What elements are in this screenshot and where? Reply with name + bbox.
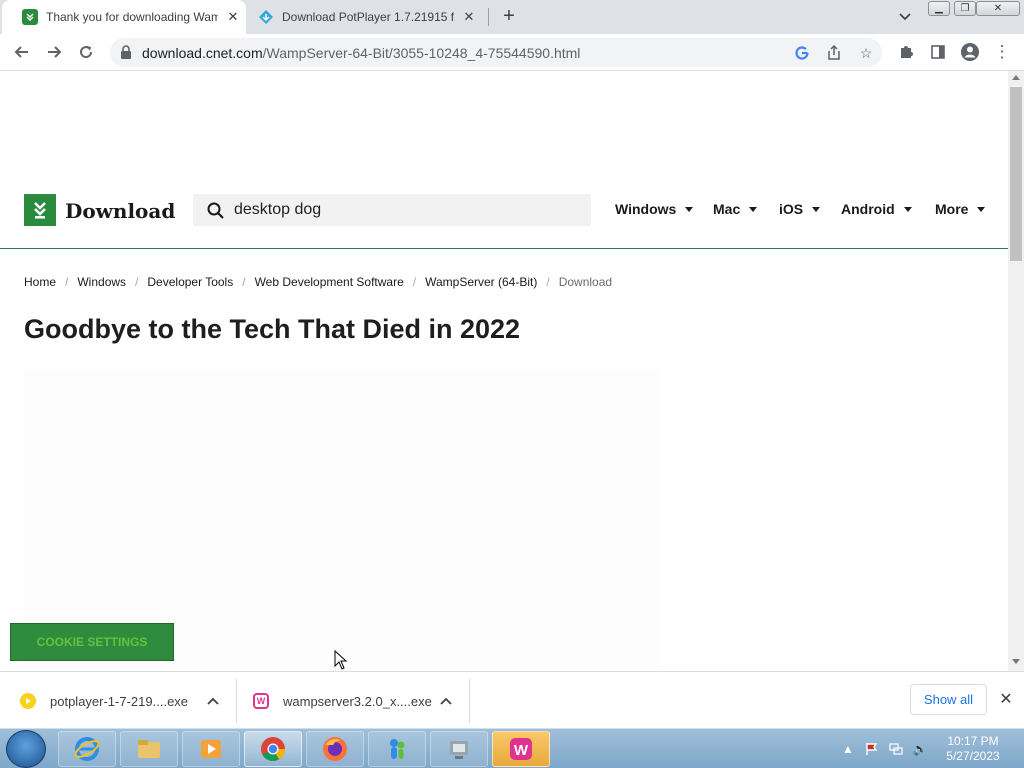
search-value: desktop dog: [234, 201, 322, 218]
chevron-up-icon[interactable]: [439, 694, 453, 708]
tab-divider: [488, 8, 489, 26]
google-icon[interactable]: [792, 43, 812, 63]
download-item-wampserver[interactable]: W wampserver3.2.0_x....exe: [253, 679, 432, 723]
show-all-button[interactable]: Show all: [910, 684, 987, 715]
page-scrollbar[interactable]: [1008, 71, 1024, 671]
web-page: Download desktop dog Windows Mac iOS And…: [0, 71, 1008, 671]
tab-title: Thank you for downloading Wam: [46, 10, 218, 24]
nav-label: Android: [841, 201, 895, 217]
breadcrumb-home[interactable]: Home: [24, 275, 56, 289]
nav-mac[interactable]: Mac: [713, 201, 758, 217]
volume-icon[interactable]: 🔈: [912, 741, 928, 757]
site-logo-text[interactable]: Download: [65, 199, 175, 223]
tab-strip: Thank you for downloading Wam ✕ Download…: [0, 0, 1024, 34]
firefox-icon[interactable]: [306, 731, 364, 767]
back-arrow-icon[interactable]: [10, 40, 34, 64]
cnet-favicon-icon: [22, 9, 38, 25]
clock-time: 10:17 PM: [947, 734, 999, 748]
breadcrumb-web-development[interactable]: Web Development Software: [255, 275, 404, 289]
address-bar[interactable]: download.cnet.com/WampServer-64-Bit/3055…: [110, 38, 882, 67]
url-host: download.cnet.com: [142, 45, 263, 61]
download-favicon-icon: [258, 9, 274, 25]
caret-down-icon: [812, 206, 821, 212]
internet-explorer-icon[interactable]: [58, 731, 116, 767]
breadcrumb-wampserver[interactable]: WampServer (64-Bit): [425, 275, 537, 289]
scroll-down-icon[interactable]: [1012, 659, 1020, 664]
windows-taskbar: W ▲ 🔈 10:17 PM 5/27/2023: [0, 728, 1024, 768]
network-app-icon[interactable]: [430, 731, 488, 767]
scroll-up-icon[interactable]: [1012, 75, 1020, 80]
caret-down-icon: [977, 206, 986, 212]
media-player-icon[interactable]: [182, 731, 240, 767]
nav-label: iOS: [779, 201, 804, 217]
show-hidden-icons-icon[interactable]: ▲: [840, 741, 856, 757]
page-title: Goodbye to the Tech That Died in 2022: [24, 314, 521, 344]
mouse-cursor-icon: [334, 650, 348, 670]
tab-thank-you[interactable]: Thank you for downloading Wam ✕: [2, 0, 246, 34]
svg-text:W: W: [514, 742, 529, 759]
file-explorer-icon[interactable]: [120, 731, 178, 767]
close-icon[interactable]: ✕: [997, 690, 1015, 708]
search-icon: [207, 202, 224, 219]
start-button-icon[interactable]: [6, 730, 46, 768]
share-icon[interactable]: [824, 43, 844, 63]
lock-icon[interactable]: [120, 45, 132, 59]
minimize-window-icon[interactable]: ▁: [928, 1, 950, 16]
new-tab-icon[interactable]: +: [498, 5, 520, 27]
extensions-puzzle-icon[interactable]: [894, 40, 918, 64]
download-shelf: potplayer-1-7-219....exe W wampserver3.2…: [0, 671, 1024, 728]
download-filename: potplayer-1-7-219....exe: [50, 693, 189, 709]
wampserver-taskbar-icon[interactable]: W: [492, 731, 550, 767]
taskbar-clock[interactable]: 10:17 PM 5/27/2023: [940, 734, 1006, 764]
download-divider: [469, 679, 470, 723]
nav-android[interactable]: Android: [841, 201, 912, 217]
breadcrumb: Home / Windows / Developer Tools / Web Deve…: [24, 275, 613, 289]
caret-down-icon: [685, 206, 694, 212]
tab-close-icon[interactable]: ✕: [224, 8, 242, 26]
tab-close-icon[interactable]: ✕: [460, 8, 478, 26]
profile-avatar-icon[interactable]: [958, 40, 982, 64]
nav-label: Mac: [713, 201, 741, 217]
nav-label: Windows: [615, 201, 677, 217]
download-logo-icon[interactable]: [24, 194, 56, 226]
caret-down-icon: [903, 206, 912, 212]
close-window-icon[interactable]: ✕: [976, 1, 1020, 16]
clock-date: 5/27/2023: [946, 749, 1000, 763]
chevron-up-icon[interactable]: [206, 694, 220, 708]
breadcrumb-windows[interactable]: Windows: [77, 275, 126, 289]
nav-label: More: [935, 201, 969, 217]
messenger-icon[interactable]: [368, 731, 426, 767]
cookie-settings-button[interactable]: COOKIE SETTINGS: [10, 623, 174, 661]
forward-arrow-icon[interactable]: [42, 40, 66, 64]
scroll-thumb[interactable]: [1010, 87, 1022, 261]
search-input[interactable]: desktop dog: [193, 194, 591, 226]
breadcrumb-current: Download: [558, 275, 613, 289]
action-center-flag-icon[interactable]: [864, 741, 880, 757]
site-header: Download desktop dog Windows Mac iOS And…: [0, 191, 1008, 249]
bookmark-star-icon[interactable]: ☆: [856, 43, 876, 63]
menu-kebab-icon[interactable]: ⋮: [990, 40, 1014, 64]
network-icon[interactable]: [888, 741, 904, 757]
url-text: download.cnet.com/WampServer-64-Bit/3055…: [142, 45, 580, 61]
breadcrumb-developer-tools[interactable]: Developer Tools: [147, 275, 233, 289]
restore-window-icon[interactable]: ❐: [954, 1, 976, 16]
nav-more[interactable]: More: [935, 201, 986, 217]
potplayer-file-icon: [20, 693, 36, 709]
url-path: /WampServer-64-Bit/3055-10248_4-75544590…: [262, 45, 581, 61]
reload-icon[interactable]: [74, 40, 98, 64]
browser-toolbar: download.cnet.com/WampServer-64-Bit/3055…: [0, 34, 1024, 71]
chevron-down-icon[interactable]: [895, 8, 915, 26]
download-item-potplayer[interactable]: potplayer-1-7-219....exe: [20, 679, 188, 723]
nav-windows[interactable]: Windows: [615, 201, 694, 217]
download-divider: [236, 679, 237, 723]
chrome-icon[interactable]: [244, 731, 302, 767]
caret-down-icon: [749, 206, 758, 212]
download-filename: wampserver3.2.0_x....exe: [283, 693, 432, 709]
tab-title: Download PotPlayer 1.7.21915 fo: [282, 10, 454, 24]
wampserver-file-icon: W: [253, 693, 269, 709]
tab-potplayer[interactable]: Download PotPlayer 1.7.21915 fo ✕: [244, 0, 488, 34]
side-panel-icon[interactable]: [926, 40, 950, 64]
nav-ios[interactable]: iOS: [779, 201, 821, 217]
